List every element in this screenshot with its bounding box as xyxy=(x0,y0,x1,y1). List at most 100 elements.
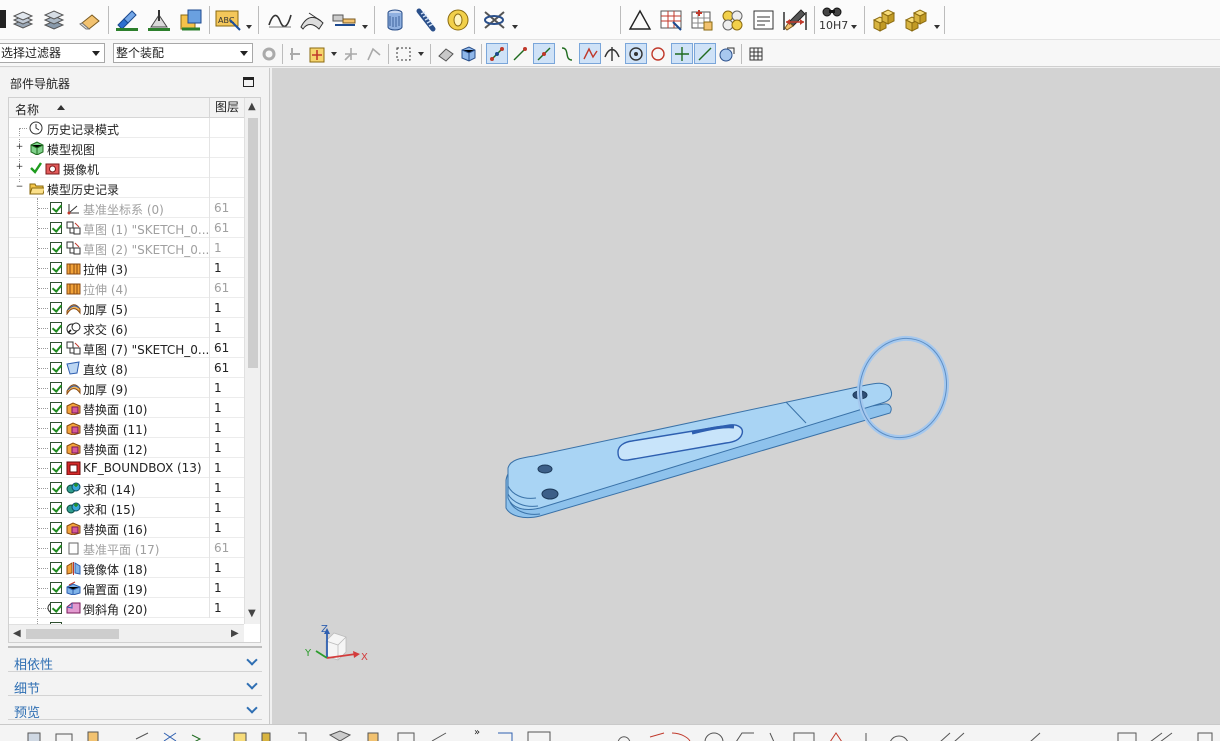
selection-filter-dropdown[interactable]: 选择过滤器 xyxy=(0,43,105,63)
tree-vertical-scrollbar[interactable]: ▲ ▼ xyxy=(244,98,260,624)
feature-visibility-checkbox[interactable] xyxy=(50,322,62,334)
feature-visibility-checkbox[interactable] xyxy=(50,202,62,214)
assembly-add-icon[interactable] xyxy=(903,8,931,32)
solid-select-icon[interactable] xyxy=(459,45,477,63)
ring-icon[interactable] xyxy=(446,8,470,32)
feature-row[interactable]: KF_BOUNDBOX (13) 1 xyxy=(9,458,244,478)
feature-row[interactable]: 基准平面 (17) 61 xyxy=(9,538,244,558)
feature-visibility-checkbox[interactable] xyxy=(50,282,62,294)
feature-row[interactable]: 拉伸 (4) 61 xyxy=(9,278,244,298)
selection-mode-icon[interactable] xyxy=(0,8,8,30)
feature-visibility-checkbox[interactable] xyxy=(50,242,62,254)
surface-icon[interactable] xyxy=(299,9,325,31)
scroll-left-icon[interactable]: ◀ xyxy=(13,628,21,639)
eraser-select-icon[interactable] xyxy=(437,45,455,63)
section-preview[interactable]: 预览 xyxy=(8,698,262,721)
feature-row[interactable]: 加厚 (9) 1 xyxy=(9,378,244,398)
column-name-header[interactable]: 名称 xyxy=(15,101,39,118)
scope-dropdown[interactable]: 整个装配 xyxy=(113,43,253,63)
feature-visibility-checkbox[interactable] xyxy=(50,562,62,574)
feature-row[interactable]: 求和 (15) 1 xyxy=(9,498,244,518)
feature-row[interactable]: 偏置面 (19) 1 xyxy=(9,578,244,598)
feature-visibility-checkbox[interactable] xyxy=(50,542,62,554)
graphics-viewport[interactable]: Z Y X xyxy=(272,68,1220,724)
scroll-up-icon[interactable]: ▲ xyxy=(248,101,256,112)
collapse-icon[interactable]: − xyxy=(15,183,24,192)
column-layer-header[interactable]: 图层 xyxy=(209,98,244,118)
feature-select-icon[interactable] xyxy=(342,45,360,63)
tree-horizontal-scrollbar[interactable]: ◀ ▶ xyxy=(9,624,244,642)
transform-icon[interactable] xyxy=(146,7,172,33)
sort-ascending-icon[interactable] xyxy=(57,105,65,110)
expand-icon[interactable]: + xyxy=(15,143,24,152)
grid-toggle-icon[interactable] xyxy=(747,45,765,63)
feature-row[interactable]: 草图 (1) "SKETCH_0... 61 xyxy=(9,218,244,238)
feature-visibility-checkbox[interactable] xyxy=(50,482,62,494)
snap-quadrant-icon[interactable] xyxy=(649,45,667,63)
layers-icon[interactable] xyxy=(12,9,34,31)
box-select-icon[interactable] xyxy=(395,45,413,63)
feature-row[interactable]: 草图 (2) "SKETCH_0... 1 xyxy=(9,238,244,258)
feature-row[interactable]: 直纹 (8) 61 xyxy=(9,358,244,378)
feature-visibility-checkbox[interactable] xyxy=(50,462,62,474)
wave-icon[interactable] xyxy=(267,9,293,31)
feature-visibility-checkbox[interactable] xyxy=(50,302,62,314)
feature-row[interactable]: 替换面 (11) 1 xyxy=(9,418,244,438)
feature-visibility-checkbox[interactable] xyxy=(50,382,62,394)
gdt-icon[interactable] xyxy=(821,5,845,19)
feature-visibility-checkbox[interactable] xyxy=(50,522,62,534)
maximize-icon[interactable] xyxy=(243,77,254,87)
wire-icon[interactable] xyxy=(482,8,508,32)
assembly-icon[interactable] xyxy=(871,8,899,32)
vertical-scroll-thumb[interactable] xyxy=(248,118,258,368)
feature-visibility-checkbox[interactable] xyxy=(50,342,62,354)
horizontal-scroll-thumb[interactable] xyxy=(26,629,119,639)
feature-row[interactable]: 加厚 (5) 1 xyxy=(9,298,244,318)
move-icon[interactable] xyxy=(114,7,140,33)
feature-visibility-checkbox[interactable] xyxy=(50,402,62,414)
feature-visibility-checkbox[interactable] xyxy=(50,362,62,374)
feature-row[interactable]: 替换面 (16) 1 xyxy=(9,518,244,538)
feature-visibility-checkbox[interactable] xyxy=(50,422,62,434)
snap-face-icon[interactable] xyxy=(718,45,736,63)
gdt-label[interactable]: 10H7 xyxy=(819,19,848,32)
scroll-down-icon[interactable]: ▼ xyxy=(248,608,256,619)
copy-layer-icon[interactable] xyxy=(178,7,204,33)
tree-node-history-mode[interactable]: 历史记录模式 xyxy=(9,118,244,138)
tree-node-model-history[interactable]: − 模型历史记录 xyxy=(9,178,244,198)
feature-row[interactable]: 基准坐标系 (0) 61 xyxy=(9,198,244,218)
measure-icon[interactable] xyxy=(331,9,359,31)
feature-visibility-checkbox[interactable] xyxy=(50,262,62,274)
section-details[interactable]: 细节 xyxy=(8,674,262,697)
feature-row[interactable]: 拉伸 (3) 1 xyxy=(9,258,244,278)
layer-settings-icon[interactable] xyxy=(42,9,66,31)
grid-icon[interactable] xyxy=(689,8,715,32)
feature-row[interactable]: 倒斜角 (20) 1 xyxy=(9,598,244,618)
table-icon[interactable] xyxy=(659,8,685,32)
feature-row[interactable]: 镜像体 (18) 1 xyxy=(9,558,244,578)
tree-node-camera[interactable]: + 摄像机 xyxy=(9,158,244,178)
tree-node-model-views[interactable]: + 模型视图 xyxy=(9,138,244,158)
triangle-icon[interactable] xyxy=(627,8,653,32)
feature-row[interactable]: 草图 (7) "SKETCH_0... 61 xyxy=(9,338,244,358)
note-icon[interactable] xyxy=(752,8,776,32)
snap-tangent-icon[interactable] xyxy=(603,45,621,63)
text-abc-icon[interactable]: ABC xyxy=(214,8,242,32)
snap-settings-icon[interactable] xyxy=(288,45,304,63)
feature-visibility-checkbox[interactable] xyxy=(50,442,62,454)
feature-row[interactable]: 替换面 (10) 1 xyxy=(9,398,244,418)
snap-midpoint-icon[interactable] xyxy=(511,45,529,63)
dimension-arrow-icon[interactable] xyxy=(782,8,810,32)
feature-visibility-checkbox[interactable] xyxy=(50,582,62,594)
snap-curve-icon[interactable] xyxy=(558,45,576,63)
point-select-icon[interactable] xyxy=(308,44,328,64)
feature-row[interactable]: 替换面 (12) 1 xyxy=(9,438,244,458)
eraser-icon[interactable] xyxy=(78,9,102,31)
feature-visibility-checkbox[interactable] xyxy=(50,222,62,234)
feature-visibility-checkbox[interactable] xyxy=(50,602,62,614)
scroll-right-icon[interactable]: ▶ xyxy=(231,628,239,639)
feature-visibility-checkbox[interactable] xyxy=(50,502,62,514)
feature-row[interactable]: 求和 (14) 1 xyxy=(9,478,244,498)
section-dependencies[interactable]: 相依性 xyxy=(8,650,262,673)
spring-icon[interactable] xyxy=(414,8,438,32)
